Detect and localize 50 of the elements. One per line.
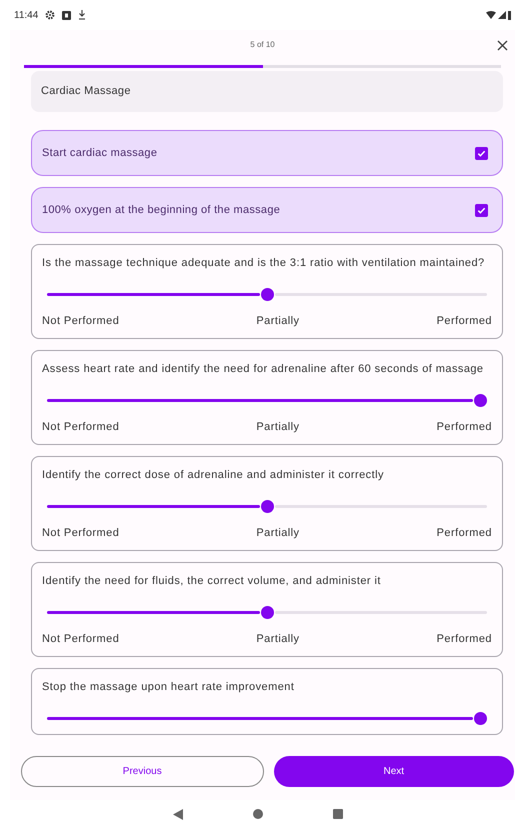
slider[interactable] <box>47 606 487 619</box>
step-counter: 5 of 10 <box>250 39 275 51</box>
slider[interactable] <box>47 288 487 301</box>
battery-icon <box>508 10 511 20</box>
slider-thumb[interactable] <box>260 500 274 513</box>
slider-thumb[interactable] <box>474 712 487 725</box>
scale-label: Partially <box>256 632 300 647</box>
slider[interactable] <box>47 500 487 513</box>
checkbox[interactable] <box>475 146 488 160</box>
question-text: Stop the massage upon heart rate improvement <box>42 680 296 695</box>
signal-icon <box>498 11 506 19</box>
check-icon <box>477 206 486 214</box>
check-icon <box>477 148 486 158</box>
scale-label: Partially <box>256 526 300 541</box>
previous-button[interactable]: Previous <box>21 756 264 786</box>
question-text: Identify the correct dose of adrenaline and administer it correctly <box>42 468 385 483</box>
next-button[interactable]: Next <box>274 756 514 786</box>
home-icon[interactable] <box>252 809 262 819</box>
scale-label: Performed <box>436 526 492 541</box>
wifi-icon <box>486 11 496 19</box>
item-label: 100% oxygen at the beginning of the massage <box>42 202 280 218</box>
slider-thumb[interactable] <box>474 394 487 407</box>
scale-label: Partially <box>256 420 300 435</box>
slider-thumb[interactable] <box>260 606 274 619</box>
download-icon <box>78 10 86 20</box>
scale-label: Not Performed <box>42 632 120 647</box>
close-icon[interactable] <box>497 40 508 51</box>
scale-label: Performed <box>436 314 492 329</box>
question-text: Is the massage technique adequate and is the 3:1 ratio with ventilation maintained? <box>42 256 486 271</box>
status-time: 11:44 <box>14 8 38 22</box>
item-label: Start cardiac massage <box>42 146 158 161</box>
question-text: Identify the need for fluids, the correct volume, and administer it <box>42 574 382 589</box>
scale-label: Not Performed <box>42 314 120 329</box>
slider[interactable] <box>47 712 487 725</box>
slider-thumb[interactable] <box>260 288 274 301</box>
checkbox[interactable] <box>475 204 488 216</box>
scale-label: Performed <box>436 420 492 435</box>
question-text: Assess heart rate and identify the need for adrenaline after 60 seconds of massage <box>42 362 484 377</box>
recents-icon[interactable] <box>332 809 342 819</box>
scale-label: Partially <box>256 314 300 329</box>
slider[interactable] <box>47 394 487 407</box>
letter-square-icon <box>62 10 72 20</box>
back-icon[interactable] <box>172 808 182 820</box>
gear-icon <box>45 10 56 20</box>
checklist-card[interactable]: 100% oxygen at the beginning of the massage <box>31 187 503 233</box>
scale-label: Not Performed <box>42 420 120 435</box>
scale-label: Performed <box>436 632 492 647</box>
section-title: Cardiac Massage <box>41 84 131 100</box>
scale-label: Not Performed <box>42 526 120 541</box>
checklist-card[interactable]: Start cardiac massage <box>31 130 503 176</box>
